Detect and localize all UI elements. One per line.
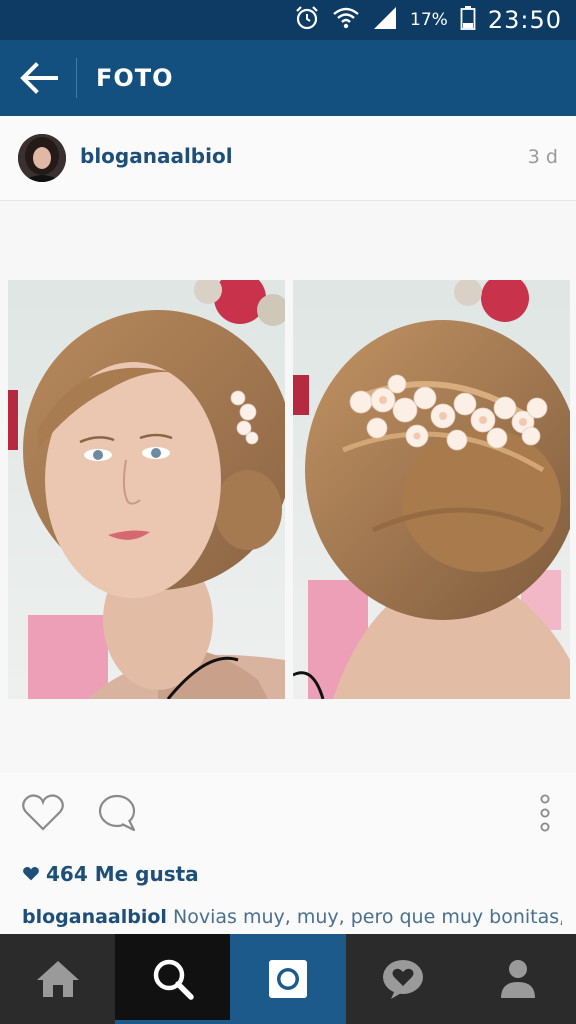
back-button[interactable] (16, 58, 60, 98)
wifi-icon (332, 5, 360, 35)
page-title: FOTO (96, 64, 174, 92)
battery-percent: 17% (410, 10, 448, 30)
more-options-button[interactable] (530, 789, 560, 837)
comment-bubble-icon (98, 794, 136, 832)
nav-profile[interactable] (461, 934, 576, 1024)
caption-username[interactable]: bloganaalbiol (22, 906, 167, 928)
post-photo[interactable] (0, 201, 576, 773)
status-bar: 17% 23:50 (0, 0, 576, 40)
activity-heart-icon (383, 960, 424, 999)
post-username[interactable]: bloganaalbiol (80, 144, 233, 168)
clock: 23:50 (487, 6, 562, 34)
comment-button[interactable] (92, 791, 142, 835)
avatar[interactable] (18, 134, 66, 182)
battery-icon (460, 5, 476, 35)
nav-camera[interactable] (230, 934, 346, 1024)
nav-search[interactable] (115, 934, 231, 1024)
likes-label: 464 Me gusta (46, 862, 199, 886)
search-icon (153, 959, 194, 1000)
bride-front-photo (8, 280, 285, 699)
more-vertical-icon (540, 794, 550, 832)
post-actions (0, 773, 576, 853)
home-icon (36, 961, 79, 997)
post-timestamp: 3 d (527, 146, 558, 168)
profile-icon (501, 960, 536, 998)
heart-outline-icon (22, 794, 64, 831)
camera-icon (269, 960, 307, 998)
signal-icon (372, 5, 398, 35)
post-caption: bloganaalbiol Novias muy, muy, pero que … (22, 906, 562, 928)
arrow-left-icon (20, 62, 58, 94)
bride-back-photo (293, 280, 570, 699)
alarm-icon (294, 5, 320, 35)
likes-count[interactable]: 464 Me gusta (22, 862, 199, 886)
caption-text: Novias muy, muy, pero que muy bonitas, (173, 906, 562, 928)
post-header: bloganaalbiol 3 d (0, 116, 576, 201)
heart-filled-icon (23, 867, 39, 881)
nav-home[interactable] (0, 934, 115, 1024)
app-bar: FOTO (0, 40, 576, 116)
nav-activity[interactable] (346, 934, 461, 1024)
app-bar-divider (76, 58, 77, 98)
like-button[interactable] (18, 791, 68, 835)
bottom-nav (0, 934, 576, 1024)
